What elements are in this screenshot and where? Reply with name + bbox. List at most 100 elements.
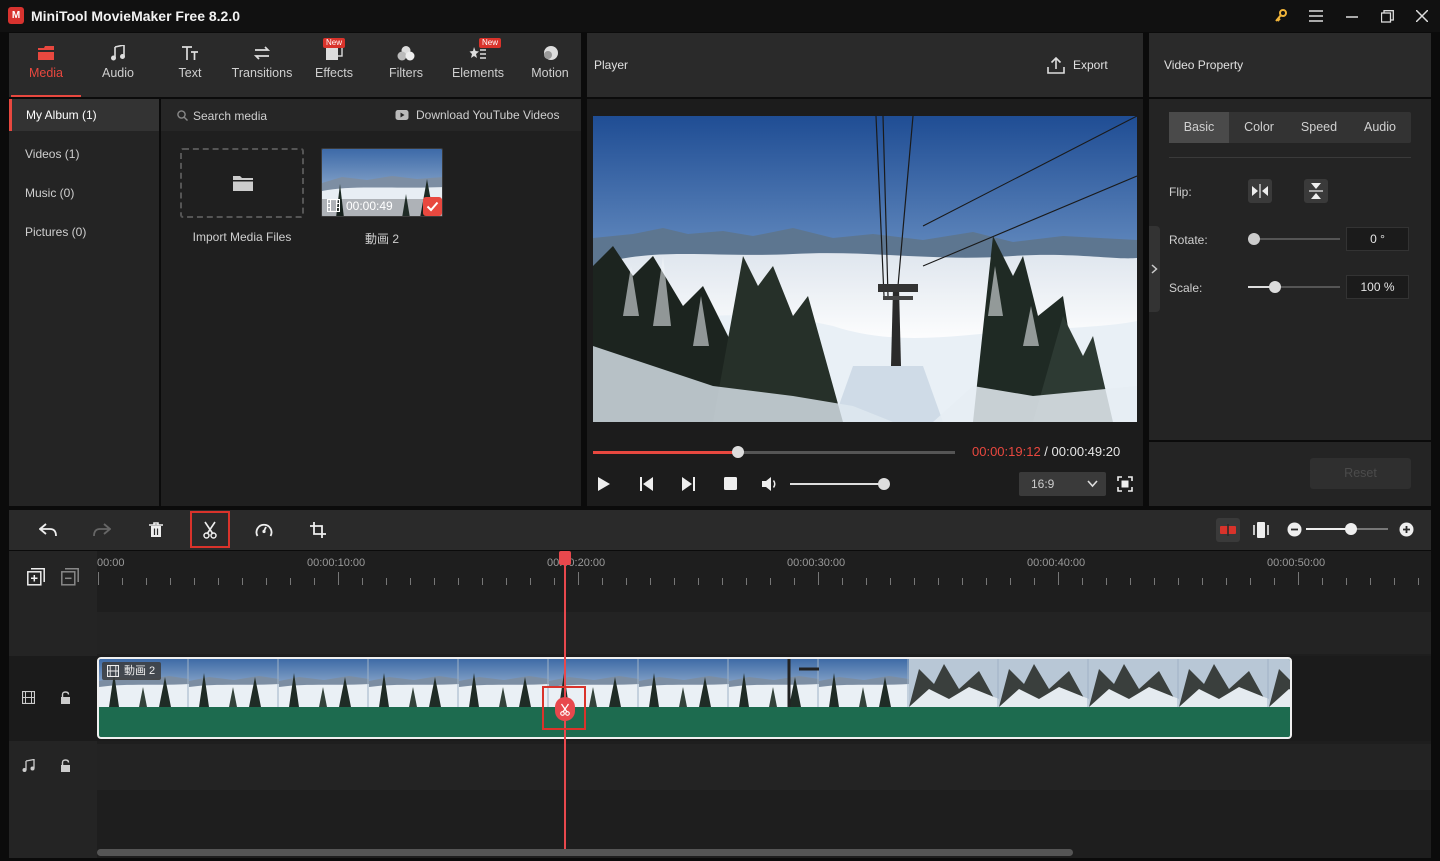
ruler-label: 00:00:30:00 bbox=[787, 557, 846, 569]
overlay-track[interactable] bbox=[97, 612, 1431, 654]
tab-elements[interactable]: New Elements bbox=[443, 33, 513, 97]
motion-icon bbox=[544, 46, 558, 60]
ruler-label: 00:00:10:00 bbox=[307, 557, 366, 569]
reset-button[interactable]: Reset bbox=[1310, 458, 1411, 489]
tab-transitions[interactable]: Transitions bbox=[227, 33, 297, 97]
tab-media[interactable]: Media bbox=[11, 33, 81, 97]
tab-label: Filters bbox=[388, 66, 424, 80]
add-track-button[interactable] bbox=[27, 568, 45, 586]
undo-button[interactable] bbox=[33, 516, 63, 544]
speed-button[interactable] bbox=[249, 516, 279, 544]
total-time: 00:00:49:20 bbox=[1051, 444, 1121, 459]
media-thumbnail[interactable]: 00:00:49 bbox=[321, 148, 443, 217]
timeline-scrollbar[interactable] bbox=[97, 849, 1073, 856]
sidebar-item-pictures[interactable]: Pictures (0) bbox=[9, 216, 159, 248]
ruler-tick bbox=[866, 578, 867, 585]
volume-slider-handle[interactable] bbox=[878, 478, 890, 490]
sidebar-item-videos[interactable]: Videos (1) bbox=[9, 138, 159, 170]
ruler-tick bbox=[338, 572, 339, 585]
playhead-handle[interactable] bbox=[559, 551, 571, 565]
volume-slider-track[interactable] bbox=[790, 483, 884, 485]
rotate-slider-handle[interactable] bbox=[1248, 233, 1260, 245]
seek-bar-handle[interactable] bbox=[731, 446, 744, 458]
zoom-out-button[interactable] bbox=[1287, 522, 1302, 537]
flip-vertical-button[interactable] bbox=[1304, 179, 1328, 203]
ruler-label: 00:00:40:00 bbox=[1027, 557, 1086, 569]
tab-audio-prop[interactable]: Audio bbox=[1349, 112, 1411, 143]
fit-timeline-button[interactable] bbox=[1253, 521, 1269, 539]
close-icon[interactable] bbox=[1411, 6, 1433, 26]
lock-icon bbox=[61, 759, 70, 772]
remove-track-icon bbox=[61, 568, 79, 586]
zoom-slider-handle[interactable] bbox=[1345, 523, 1358, 535]
play-button[interactable] bbox=[597, 476, 611, 492]
media-toolbar: Media Audio Text Transitions New Effects… bbox=[9, 33, 581, 97]
tab-audio[interactable]: Audio bbox=[83, 33, 153, 97]
audio-track[interactable] bbox=[97, 744, 1431, 790]
ruler-tick bbox=[674, 578, 675, 585]
app-title: MiniTool MovieMaker Free 8.2.0 bbox=[31, 8, 241, 24]
tab-effects[interactable]: New Effects bbox=[299, 33, 369, 97]
filters-icon bbox=[397, 46, 415, 61]
tab-label: Media bbox=[28, 66, 64, 80]
zoom-out-icon bbox=[1287, 522, 1302, 537]
ruler-tick bbox=[314, 578, 315, 585]
key-icon[interactable] bbox=[1270, 6, 1292, 26]
snap-toggle[interactable] bbox=[1216, 518, 1240, 542]
ruler-tick bbox=[1226, 578, 1227, 585]
sidebar-item-my-album[interactable]: My Album (1) bbox=[9, 99, 159, 131]
ruler-tick bbox=[962, 578, 963, 585]
property-header: Video Property bbox=[1149, 33, 1431, 97]
undo-icon bbox=[39, 523, 57, 537]
next-frame-button[interactable] bbox=[681, 477, 695, 491]
sidebar-item-music[interactable]: Music (0) bbox=[9, 177, 159, 209]
timeline-ruler[interactable] bbox=[97, 551, 1431, 593]
ruler-tick bbox=[1178, 578, 1179, 585]
ruler-label: 00:00:50:00 bbox=[1267, 557, 1326, 569]
rotate-label: Rotate: bbox=[1169, 233, 1208, 247]
tab-basic[interactable]: Basic bbox=[1169, 112, 1229, 143]
tab-filters[interactable]: Filters bbox=[371, 33, 441, 97]
aspect-ratio-select[interactable]: 16:9 bbox=[1019, 472, 1106, 496]
volume-button[interactable] bbox=[761, 476, 779, 492]
flip-horizontal-button[interactable] bbox=[1248, 179, 1272, 203]
fullscreen-button[interactable] bbox=[1117, 476, 1133, 492]
crop-button[interactable] bbox=[303, 516, 333, 544]
previous-frame-button[interactable] bbox=[640, 477, 654, 491]
restore-icon[interactable] bbox=[1376, 6, 1398, 26]
minimize-icon[interactable] bbox=[1341, 6, 1363, 26]
remove-track-button[interactable] bbox=[61, 568, 79, 586]
flip-vertical-icon bbox=[1309, 183, 1323, 199]
ruler-tick bbox=[794, 578, 795, 585]
collapse-panel-tab[interactable] bbox=[1149, 226, 1160, 312]
rotate-slider-track[interactable] bbox=[1248, 238, 1340, 240]
timeline-video-clip[interactable]: 動画 2 bbox=[97, 657, 1292, 739]
scale-slider-handle[interactable] bbox=[1268, 281, 1281, 293]
redo-button[interactable] bbox=[87, 516, 117, 544]
rotate-value-field[interactable]: 0 ° bbox=[1346, 227, 1409, 251]
zoom-in-button[interactable] bbox=[1399, 522, 1414, 537]
export-button[interactable]: Export bbox=[1047, 55, 1108, 75]
download-youtube-link[interactable]: Download YouTube Videos bbox=[416, 108, 559, 122]
tab-speed[interactable]: Speed bbox=[1289, 112, 1349, 143]
split-marker-button[interactable] bbox=[555, 697, 575, 721]
tab-label: Elements bbox=[451, 66, 505, 80]
search-input[interactable]: Search media bbox=[193, 109, 267, 123]
scale-value-field[interactable]: 100 % bbox=[1346, 275, 1409, 299]
ruler-tick bbox=[1202, 578, 1203, 585]
speed-icon bbox=[255, 523, 273, 537]
property-panel bbox=[1149, 99, 1431, 440]
stop-button[interactable] bbox=[724, 477, 737, 490]
app-logo: M bbox=[8, 7, 24, 24]
tab-motion[interactable]: Motion bbox=[515, 33, 585, 97]
tab-color[interactable]: Color bbox=[1229, 112, 1289, 143]
tab-text[interactable]: Text bbox=[155, 33, 225, 97]
menu-icon[interactable] bbox=[1305, 6, 1327, 26]
flip-label: Flip: bbox=[1169, 185, 1192, 199]
ruler-tick bbox=[722, 578, 723, 585]
lock-audio-track-button[interactable] bbox=[60, 759, 71, 772]
split-button[interactable] bbox=[190, 511, 230, 548]
delete-button[interactable] bbox=[141, 516, 171, 544]
lock-video-track-button[interactable] bbox=[60, 691, 71, 704]
import-media-button[interactable] bbox=[180, 148, 304, 218]
